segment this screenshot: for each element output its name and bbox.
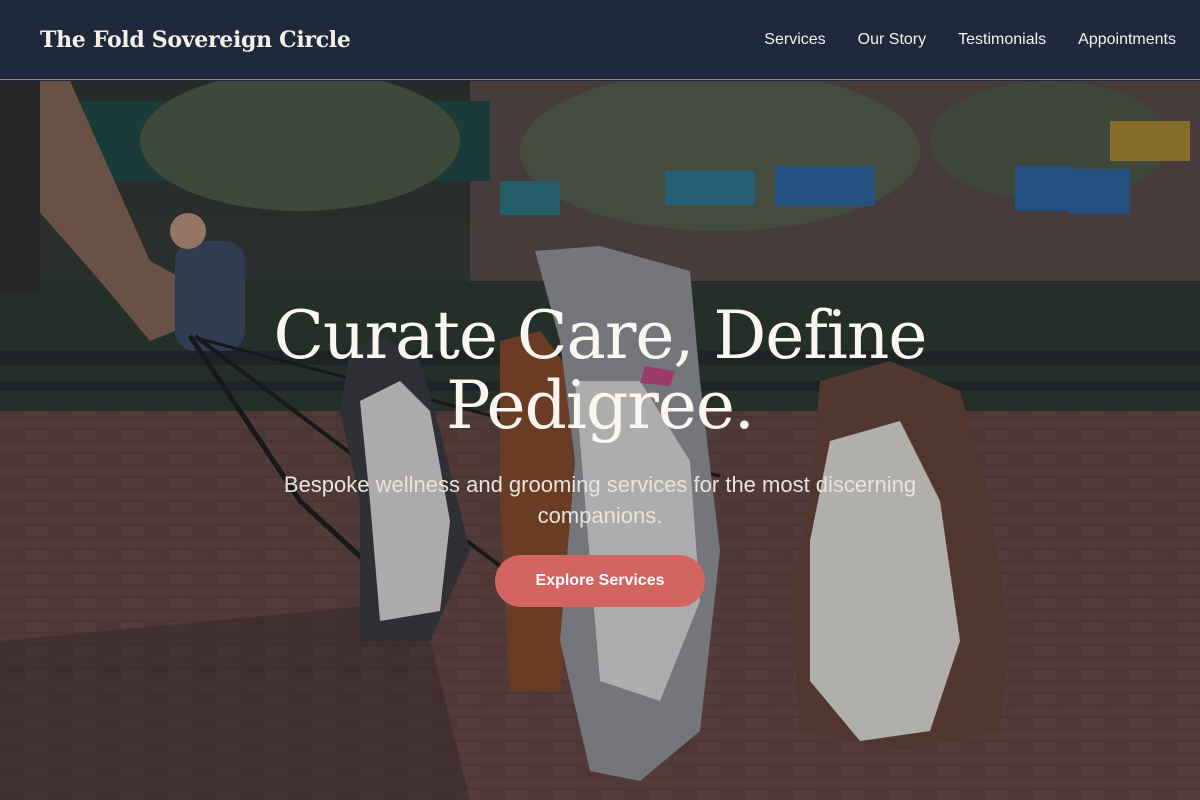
top-navbar: The Fold Sovereign Circle Services Our S… (0, 0, 1200, 80)
hero-content: Curate Care, Define Pedigree. Bespoke we… (0, 81, 1200, 800)
main-nav: Services Our Story Testimonials Appointm… (764, 31, 1176, 49)
hero-subtitle: Bespoke wellness and grooming services f… (283, 472, 917, 528)
brand-logo[interactable]: The Fold Sovereign Circle (40, 27, 351, 53)
nav-link-services[interactable]: Services (764, 31, 825, 49)
nav-link-testimonials[interactable]: Testimonials (958, 31, 1046, 49)
explore-services-button[interactable]: Explore Services (495, 555, 705, 607)
hero-title: Curate Care, Define Pedigree. (273, 297, 928, 444)
nav-link-our-story[interactable]: Our Story (858, 31, 926, 49)
nav-link-appointments[interactable]: Appointments (1078, 31, 1176, 49)
hero-section: Curate Care, Define Pedigree. Bespoke we… (0, 81, 1200, 800)
